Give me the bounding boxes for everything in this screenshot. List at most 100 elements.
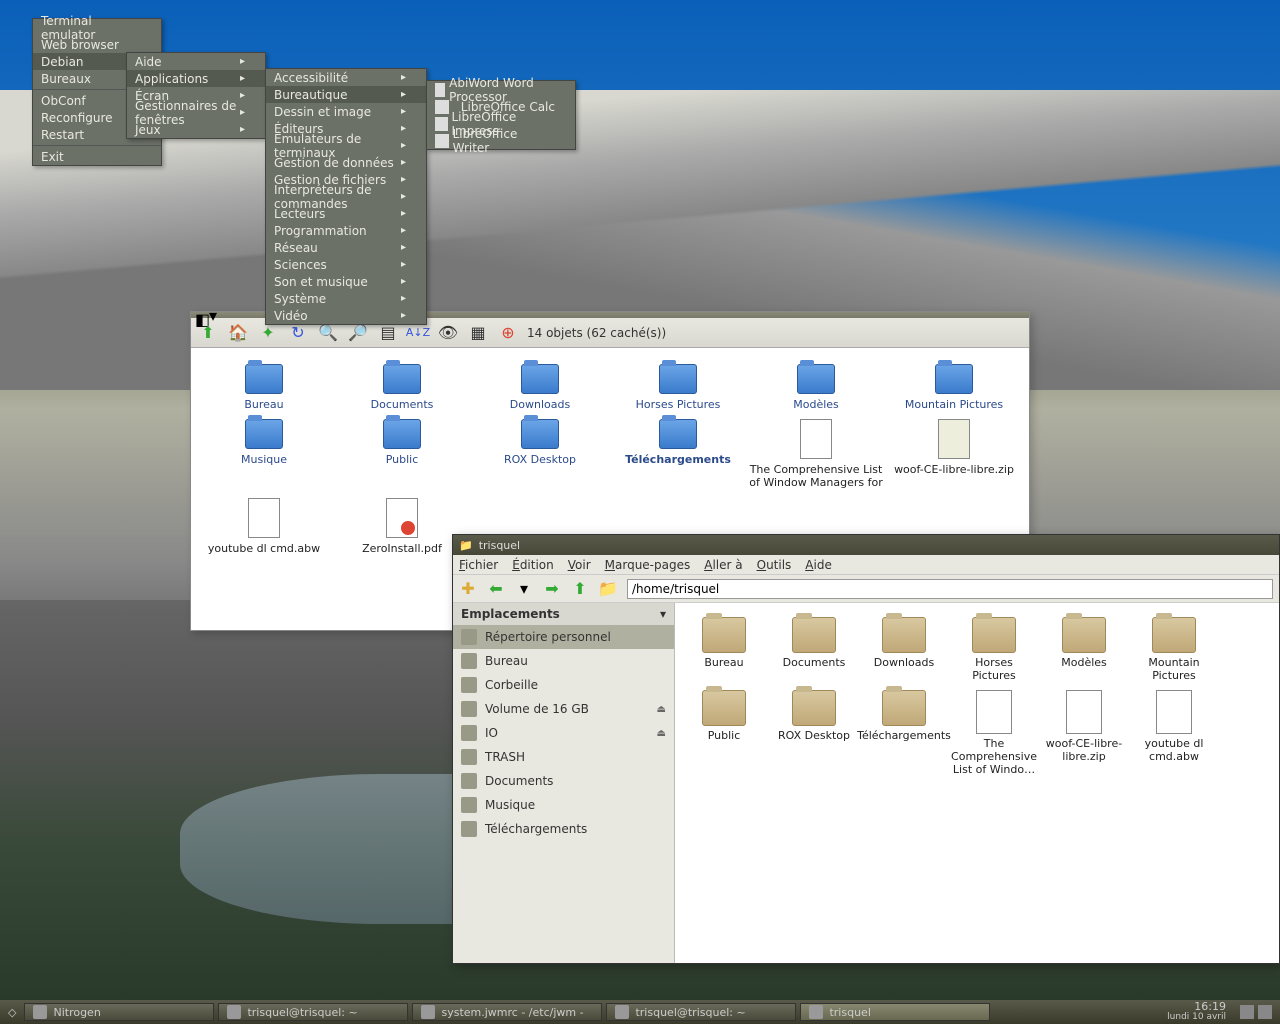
file-item[interactable]: Modèles — [1039, 613, 1129, 686]
sidebar-places-header[interactable]: Emplacements ▾ — [453, 603, 674, 625]
menu-item-interpr-teurs-de-commandes[interactable]: Interpréteurs de commandes — [266, 188, 426, 205]
taskbar-item[interactable]: trisquel@trisquel: ~ — [606, 1003, 796, 1021]
eye-icon[interactable]: 👁 — [437, 322, 459, 344]
path-input[interactable] — [627, 579, 1273, 599]
menu-item-vid-o[interactable]: Vidéo — [266, 307, 426, 324]
pcmanfm-titlebar[interactable]: 📁 trisquel — [453, 535, 1279, 555]
menu-marque-pages[interactable]: Marque-pages — [605, 558, 691, 572]
taskbar-item[interactable]: Nitrogen — [24, 1003, 214, 1021]
eject-icon[interactable]: ⏏ — [657, 728, 666, 739]
rox-item[interactable]: Bureau — [195, 360, 333, 415]
menu-item-accessibilit-[interactable]: Accessibilité — [266, 69, 426, 86]
file-item[interactable]: woof-CE-libre-libre.zip — [1039, 686, 1129, 780]
sidebar-item-r-pertoire-personnel[interactable]: Répertoire personnel — [453, 625, 674, 649]
back-arrow-icon[interactable]: ⬅ — [487, 580, 505, 598]
up-nav-icon[interactable]: ⬆ — [571, 580, 589, 598]
menu-item-gestion-de-donn-es[interactable]: Gestion de données — [266, 154, 426, 171]
rox-item[interactable]: Public — [333, 415, 471, 493]
sidebar-item-t-l-chargements[interactable]: Téléchargements — [453, 817, 674, 841]
file-item[interactable]: Public — [679, 686, 769, 780]
forward-arrow-icon[interactable]: ➡ — [543, 580, 561, 598]
sidebar-item-corbeille[interactable]: Corbeille — [453, 673, 674, 697]
menu-aller à[interactable]: Aller à — [704, 558, 742, 572]
file-item[interactable]: youtube dl cmd.abw — [1129, 686, 1219, 780]
eject-icon[interactable]: ⏏ — [657, 704, 666, 715]
menu-voir[interactable]: Voir — [568, 558, 591, 572]
pcmanfm-navbar: ✚ ⬅ ▾ ➡ ⬆ 📁 — [453, 575, 1279, 603]
help-icon[interactable]: ⊕ — [497, 322, 519, 344]
pcmanfm-file-area[interactable]: BureauDocumentsDownloadsHorses PicturesM… — [675, 603, 1279, 963]
file-item[interactable]: Downloads — [859, 613, 949, 686]
bureautique-submenu[interactable]: AbiWord Word ProcessorLibreOffice CalcLi… — [426, 80, 576, 150]
up-arrow-icon[interactable]: ⬆ — [197, 322, 219, 344]
file-item[interactable]: Horses Pictures — [949, 613, 1039, 686]
rox-item[interactable]: ROX Desktop — [471, 415, 609, 493]
menu-outils[interactable]: Outils — [757, 558, 792, 572]
file-item[interactable]: Mountain Pictures — [1129, 613, 1219, 686]
home-icon[interactable]: 🏠 — [227, 322, 249, 344]
menu-item-web-browser[interactable]: Web browser — [33, 36, 161, 53]
sidebar-item-trash[interactable]: TRASH — [453, 745, 674, 769]
menu-item-exit[interactable]: Exit — [33, 148, 161, 165]
file-item[interactable]: ROX Desktop — [769, 686, 859, 780]
rox-item[interactable]: Documents — [333, 360, 471, 415]
add-tab-icon[interactable]: ✚ — [459, 580, 477, 598]
menu-item-aide[interactable]: Aide — [127, 53, 265, 70]
menu-item-bureautique[interactable]: Bureautique — [266, 86, 426, 103]
rox-item[interactable]: Modèles — [747, 360, 885, 415]
rox-item[interactable]: The Comprehensive List of Window Manager… — [747, 415, 885, 493]
rox-item[interactable]: Musique — [195, 415, 333, 493]
applications-submenu[interactable]: AccessibilitéBureautiqueDessin et image É… — [265, 68, 427, 325]
menu-item-r-seau[interactable]: Réseau — [266, 239, 426, 256]
taskbar-item[interactable]: trisquel@trisquel: ~ — [218, 1003, 408, 1021]
debian-submenu[interactable]: AideApplicationsÉcranGestionnaires de fe… — [126, 52, 266, 139]
menu-aide[interactable]: Aide — [805, 558, 832, 572]
menu-item-terminal-emulator[interactable]: Terminal emulator — [33, 19, 161, 36]
menu-item-libreoffice-writer[interactable]: LibreOffice Writer — [427, 132, 575, 149]
menu-item-gestionnaires-de-fen-tres[interactable]: Gestionnaires de fenêtres — [127, 104, 265, 121]
file-item[interactable]: Bureau — [679, 613, 769, 686]
sidebar-item-musique[interactable]: Musique — [453, 793, 674, 817]
file-item[interactable]: Téléchargements — [859, 686, 949, 780]
sidebar-item-documents[interactable]: Documents — [453, 769, 674, 793]
menu-item--mulateurs-de-terminaux[interactable]: Émulateurs de terminaux — [266, 137, 426, 154]
back-dropdown-icon[interactable]: ▾ — [515, 580, 533, 598]
rox-item[interactable]: youtube dl cmd.abw — [195, 494, 333, 559]
menu-item-sciences[interactable]: Sciences — [266, 256, 426, 273]
sidebar-item-bureau[interactable]: Bureau — [453, 649, 674, 673]
menu-édition[interactable]: Édition — [512, 558, 554, 572]
taskbar-item[interactable]: system.jwmrc - /etc/jwm - — [412, 1003, 602, 1021]
rox-item[interactable]: Horses Pictures — [609, 360, 747, 415]
pcmanfm-window[interactable]: 📁 trisquel Fichier Édition Voir Marque-page… — [452, 534, 1280, 964]
tray-network-icon[interactable] — [1240, 1005, 1254, 1019]
rox-item[interactable]: Téléchargements — [609, 415, 747, 493]
sidebar-item-io[interactable]: IO⏏ — [453, 721, 674, 745]
details-icon[interactable]: ▦ — [467, 322, 489, 344]
folder-icon — [1152, 617, 1196, 653]
rox-item[interactable]: Mountain Pictures — [885, 360, 1023, 415]
file-label: ZeroInstall.pdf — [362, 542, 442, 555]
chevron-down-icon[interactable]: ▾ — [660, 607, 666, 621]
rox-item[interactable]: woof-CE-libre-libre.zip — [885, 415, 1023, 493]
folder-icon — [882, 617, 926, 653]
sidebar-item-volume-de-gb[interactable]: Volume de 16 GB⏏ — [453, 697, 674, 721]
folder-icon — [659, 364, 697, 394]
menu-item-abiword-word-processor[interactable]: AbiWord Word Processor — [427, 81, 575, 98]
menu-item-applications[interactable]: Applications — [127, 70, 265, 87]
rox-item[interactable]: Downloads — [471, 360, 609, 415]
file-item[interactable]: The Comprehensive List of Windo… — [949, 686, 1039, 780]
taskbar-item[interactable]: trisquel — [800, 1003, 990, 1021]
rox-item[interactable]: ZeroInstall.pdf — [333, 494, 471, 559]
file-icon — [1066, 690, 1102, 734]
menu-item-son-et-musique[interactable]: Son et musique — [266, 273, 426, 290]
menu-item-dessin-et-image[interactable]: Dessin et image — [266, 103, 426, 120]
menu-item-syst-me[interactable]: Système — [266, 290, 426, 307]
path-folder-icon[interactable]: 📁 — [599, 580, 617, 598]
file-label: Bureau — [704, 657, 743, 670]
pcmanfm-menubar[interactable]: Fichier Édition Voir Marque-pages Aller à Out… — [453, 555, 1279, 575]
menu-fichier[interactable]: Fichier — [459, 558, 498, 572]
taskbar-menu-icon[interactable]: ◇ — [4, 1006, 20, 1019]
tray-volume-icon[interactable] — [1258, 1005, 1272, 1019]
file-item[interactable]: Documents — [769, 613, 859, 686]
menu-item-programmation[interactable]: Programmation — [266, 222, 426, 239]
